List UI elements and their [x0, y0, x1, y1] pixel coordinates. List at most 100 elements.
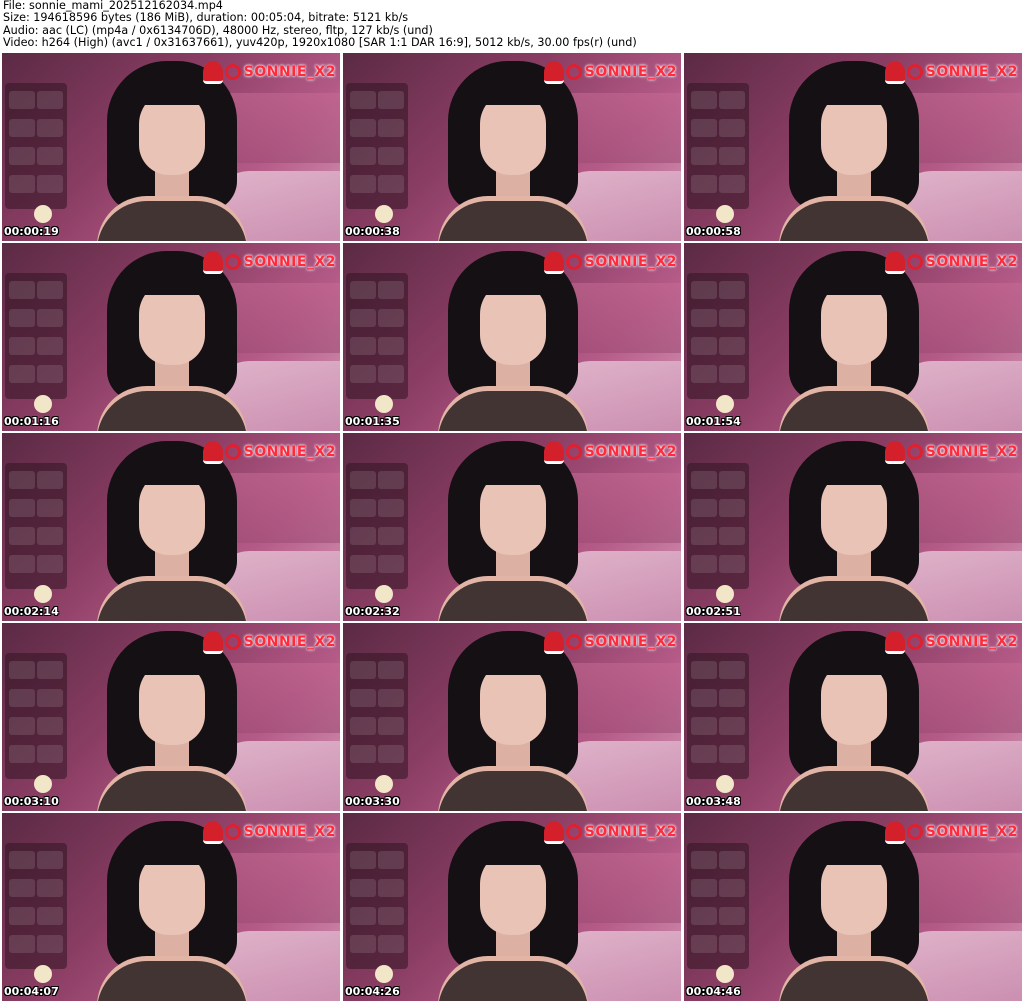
video-thumbnail[interactable]: SONNIE_X2 00:00:19 — [2, 53, 340, 241]
watermark-text: SONNIE_X2 — [243, 634, 336, 650]
tip-level-cell — [719, 661, 745, 679]
santa-hat-icon — [202, 60, 223, 84]
video-thumbnail[interactable]: SONNIE_X2 00:01:16 — [2, 243, 340, 431]
tip-level-cell — [691, 365, 717, 383]
timestamp: 00:02:14 — [4, 605, 59, 618]
tip-level-cell — [9, 851, 35, 869]
video-thumbnail[interactable]: SONNIE_X2 00:04:46 — [684, 813, 1022, 1001]
santa-hat-icon — [543, 630, 564, 654]
tip-level-cell — [37, 661, 63, 679]
timestamp: 00:02:51 — [686, 605, 741, 618]
tip-level-cell — [350, 851, 376, 869]
tip-level-cell — [378, 471, 404, 489]
bangs — [817, 459, 891, 485]
tip-level-cell — [37, 879, 63, 897]
instagram-icon — [224, 64, 241, 80]
skull-icon — [716, 585, 734, 603]
tip-level-cell — [9, 471, 35, 489]
tip-level-cell — [37, 281, 63, 299]
lovense-overlay-panel — [687, 843, 749, 969]
streamer-figure — [438, 821, 588, 1001]
lovense-overlay-panel — [687, 273, 749, 399]
tip-level-cell — [719, 147, 745, 165]
tip-level-cell — [719, 471, 745, 489]
santa-hat-icon — [202, 820, 223, 844]
tip-level-cell — [9, 689, 35, 707]
tip-level-cell — [691, 717, 717, 735]
lovense-overlay-panel — [5, 653, 67, 779]
watermark-text: SONNIE_X2 — [243, 64, 336, 80]
lovense-overlay-panel — [5, 463, 67, 589]
video-thumbnail[interactable]: SONNIE_X2 00:00:58 — [684, 53, 1022, 241]
instagram-icon — [565, 444, 582, 460]
tip-level-cell — [378, 281, 404, 299]
tip-level-cell — [378, 879, 404, 897]
bangs — [476, 269, 550, 295]
channel-watermark: SONNIE_X2 — [884, 59, 1018, 85]
tip-level-cell — [719, 365, 745, 383]
tip-level-cell — [719, 499, 745, 517]
tip-level-cell — [719, 91, 745, 109]
tip-level-cell — [350, 745, 376, 763]
video-thumbnail[interactable]: SONNIE_X2 00:04:26 — [343, 813, 681, 1001]
timestamp: 00:04:46 — [686, 985, 741, 998]
streamer-figure — [438, 61, 588, 241]
channel-watermark: SONNIE_X2 — [543, 629, 677, 655]
tip-level-cell — [691, 91, 717, 109]
instagram-icon — [565, 254, 582, 270]
tip-level-cell — [691, 147, 717, 165]
streamer-figure — [779, 61, 929, 241]
tip-level-cell — [691, 337, 717, 355]
video-thumbnail[interactable]: SONNIE_X2 00:02:32 — [343, 433, 681, 621]
streamer-figure — [97, 441, 247, 621]
tip-level-cell — [37, 337, 63, 355]
channel-watermark: SONNIE_X2 — [543, 819, 677, 845]
bangs — [476, 649, 550, 675]
video-thumbnail[interactable]: SONNIE_X2 00:00:38 — [343, 53, 681, 241]
video-thumbnail[interactable]: SONNIE_X2 00:03:10 — [2, 623, 340, 811]
skull-icon — [375, 965, 393, 983]
video-thumbnail[interactable]: SONNIE_X2 00:02:51 — [684, 433, 1022, 621]
video-thumbnail[interactable]: SONNIE_X2 00:01:35 — [343, 243, 681, 431]
watermark-text: SONNIE_X2 — [584, 64, 677, 80]
instagram-icon — [906, 824, 923, 840]
tip-level-cell — [719, 309, 745, 327]
tip-level-cell — [719, 175, 745, 193]
tip-level-cell — [37, 689, 63, 707]
tip-level-cell — [9, 365, 35, 383]
timestamp: 00:03:30 — [345, 795, 400, 808]
santa-hat-icon — [202, 250, 223, 274]
tip-level-cell — [9, 281, 35, 299]
streamer-figure — [438, 251, 588, 431]
tip-level-cell — [691, 175, 717, 193]
santa-hat-icon — [884, 250, 905, 274]
video-thumbnail[interactable]: SONNIE_X2 00:04:07 — [2, 813, 340, 1001]
tip-level-cell — [350, 91, 376, 109]
instagram-icon — [565, 824, 582, 840]
bangs — [135, 269, 209, 295]
tip-level-cell — [719, 527, 745, 545]
tip-level-cell — [9, 309, 35, 327]
lovense-overlay-panel — [346, 653, 408, 779]
timestamp: 00:02:32 — [345, 605, 400, 618]
streamer-figure — [97, 251, 247, 431]
tip-level-cell — [691, 527, 717, 545]
santa-hat-icon — [202, 630, 223, 654]
lovense-overlay-panel — [5, 843, 67, 969]
skull-icon — [375, 585, 393, 603]
timestamp: 00:04:07 — [4, 985, 59, 998]
tip-level-cell — [691, 661, 717, 679]
bangs — [817, 839, 891, 865]
tip-level-cell — [9, 907, 35, 925]
tip-level-cell — [37, 175, 63, 193]
video-thumbnail[interactable]: SONNIE_X2 00:03:48 — [684, 623, 1022, 811]
video-thumbnail[interactable]: SONNIE_X2 00:01:54 — [684, 243, 1022, 431]
video-thumbnail[interactable]: SONNIE_X2 00:03:30 — [343, 623, 681, 811]
video-thumbnail[interactable]: SONNIE_X2 00:02:14 — [2, 433, 340, 621]
santa-hat-icon — [543, 440, 564, 464]
lovense-overlay-panel — [687, 83, 749, 209]
thumbnail-grid: SONNIE_X2 00:00:19 SONNIE_X2 00:00:38 SO… — [2, 53, 1022, 1003]
tip-level-cell — [691, 471, 717, 489]
streamer-figure — [779, 251, 929, 431]
streamer-figure — [97, 61, 247, 241]
